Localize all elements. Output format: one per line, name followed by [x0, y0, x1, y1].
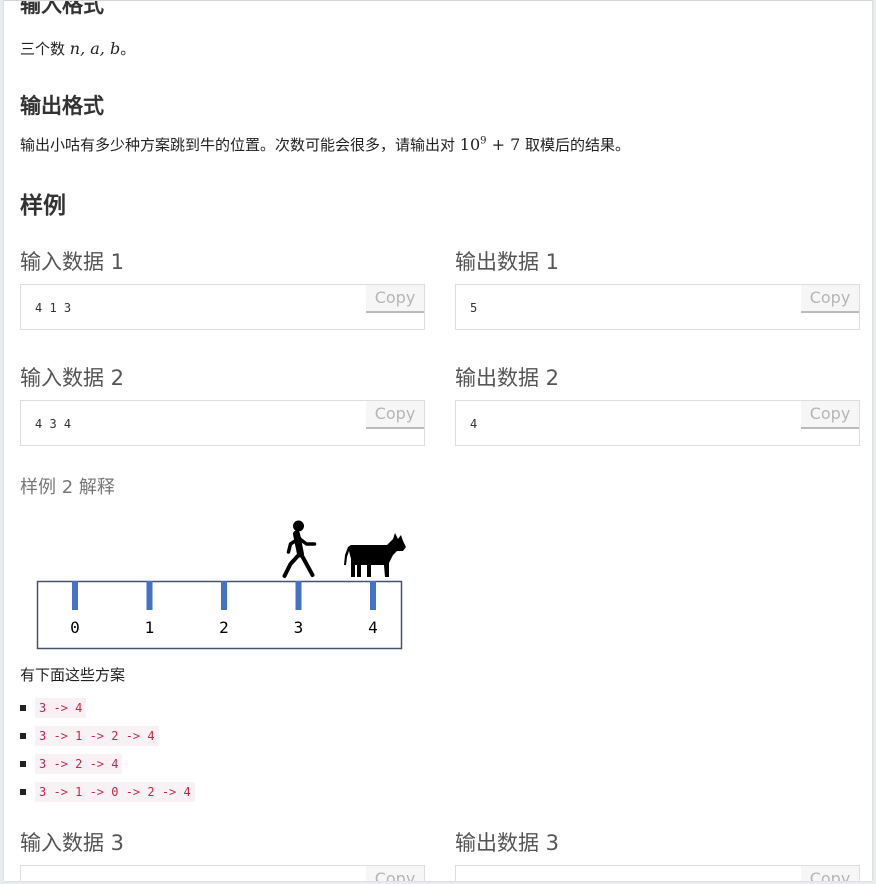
- solution-code: 3 -> 4: [35, 698, 87, 718]
- solution-code: 3 -> 1 -> 2 -> 4: [35, 726, 159, 746]
- number-line-figure: 0 1 2 3 4: [36, 520, 406, 650]
- position-label: 3: [294, 618, 304, 637]
- cow-icon: [344, 533, 406, 577]
- position-label: 0: [70, 618, 80, 637]
- sample-2-input-value: 4 3 4: [35, 417, 72, 431]
- sample-1-input-title: 输入数据 1: [20, 250, 125, 274]
- sample-2-output-value: 4: [470, 417, 478, 431]
- explanation-title: 样例 2 解释: [20, 477, 115, 498]
- sample-2-output-copy-button[interactable]: Copy: [801, 401, 859, 429]
- bullet-icon: [20, 705, 26, 711]
- sample-1-output-copy-button[interactable]: Copy: [801, 285, 859, 313]
- solution-code: 3 -> 1 -> 0 -> 2 -> 4: [35, 782, 195, 802]
- input-format-text: 三个数 n, a, b。: [20, 39, 136, 58]
- bullet-icon: [20, 733, 26, 739]
- input-format-heading: 输入格式: [20, 0, 104, 17]
- position-label: 1: [145, 618, 155, 637]
- bullet-icon: [20, 789, 26, 795]
- tick-mark: [370, 581, 376, 610]
- position-label: 4: [368, 618, 378, 637]
- samples-heading: 样例: [20, 193, 66, 219]
- sample-3-input-box[interactable]: Copy: [20, 865, 425, 881]
- running-person-icon: [282, 520, 317, 578]
- sample-3-output-copy-button[interactable]: Copy: [801, 866, 859, 881]
- sample-1-output-value: 5: [470, 301, 478, 315]
- sample-1-output-box[interactable]: 5 Copy: [455, 284, 860, 330]
- sample-1-output-title: 输出数据 1: [455, 250, 560, 274]
- solutions-list: 3 -> 4 3 -> 1 -> 2 -> 4 3 -> 2 -> 4 3 ->…: [4, 698, 404, 808]
- output-format-text: 输出小咕有多少种方案跳到牛的位置。次数可能会很多，请输出对 109 + 7 取模…: [20, 135, 631, 154]
- solution-code: 3 -> 2 -> 4: [35, 754, 123, 774]
- sample-2-input-box[interactable]: 4 3 4 Copy: [20, 400, 425, 446]
- modulus-math: 109 + 7: [459, 135, 521, 154]
- tick-mark: [221, 581, 227, 610]
- position-label: 2: [219, 618, 229, 637]
- sample-2-output-box[interactable]: 4 Copy: [455, 400, 860, 446]
- sample-1-input-value: 4 1 3: [35, 301, 72, 315]
- solutions-intro: 有下面这些方案: [20, 666, 126, 684]
- tick-mark: [72, 581, 78, 610]
- sample-2-input-title: 输入数据 2: [20, 366, 125, 390]
- sample-3-output-title: 输出数据 3: [455, 831, 560, 855]
- sample-2-output-title: 输出数据 2: [455, 366, 560, 390]
- output-format-heading: 输出格式: [20, 94, 104, 118]
- bullet-icon: [20, 761, 26, 767]
- problem-card: 输入格式 三个数 n, a, b。 输出格式 输出小咕有多少种方案跳到牛的位置。…: [4, 0, 872, 881]
- number-line-frame: [36, 580, 403, 650]
- sample-3-output-box[interactable]: Copy: [455, 865, 860, 881]
- sample-1-input-copy-button[interactable]: Copy: [366, 285, 424, 313]
- sample-1-input-box[interactable]: 4 1 3 Copy: [20, 284, 425, 330]
- tick-mark: [295, 581, 302, 610]
- tick-mark: [146, 581, 153, 610]
- sample-3-input-title: 输入数据 3: [20, 831, 125, 855]
- input-format-math: n, a, b: [69, 39, 121, 58]
- sample-2-input-copy-button[interactable]: Copy: [366, 401, 424, 429]
- sample-3-input-copy-button[interactable]: Copy: [366, 866, 424, 881]
